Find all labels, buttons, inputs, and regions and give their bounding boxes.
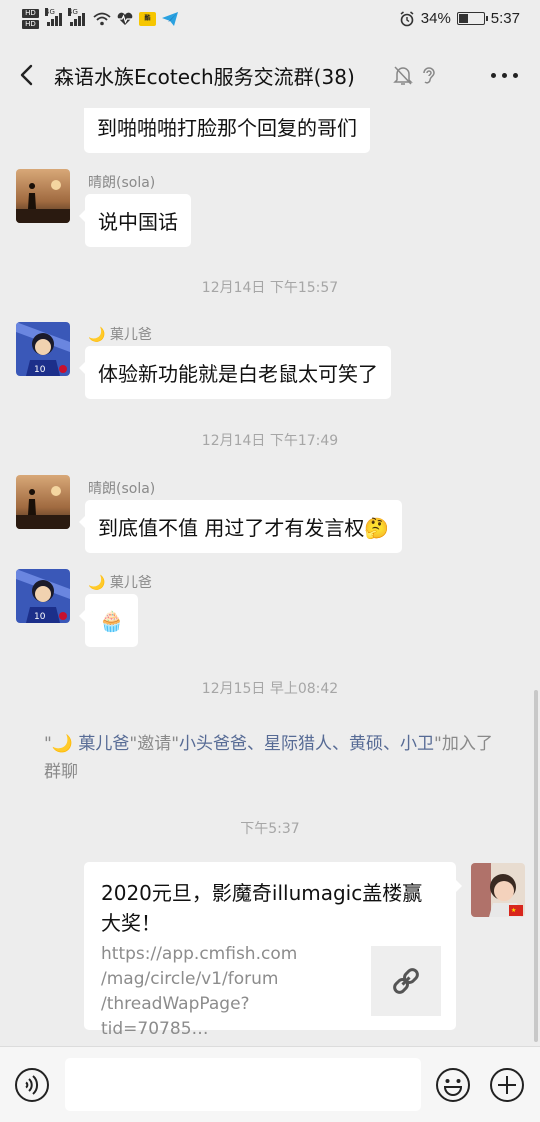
status-right: 34% 5:37 — [399, 10, 520, 27]
message-bubble[interactable]: 到底值不值 用过了才有发言权🤔 — [78, 500, 403, 553]
avatar-guoerba-image: 10 — [16, 569, 70, 623]
heart-rate-icon — [117, 12, 133, 25]
battery-level — [458, 14, 468, 23]
app-notification-icon: 酷 — [139, 12, 156, 26]
network-type-1: 4G — [45, 8, 55, 16]
scrollbar[interactable] — [534, 690, 538, 1042]
link-card[interactable]: 2020元旦，影魔奇illumagic盖楼赢大奖！ https://app.cm… — [84, 862, 462, 1039]
avatar-sola-image — [16, 169, 70, 223]
timestamp: 下午5:37 — [240, 821, 300, 837]
sender-name: 🌙 菓儿爸 — [88, 327, 152, 343]
timestamp: 12月15日 早上08:42 — [201, 681, 339, 697]
battery-percent: 34% — [420, 10, 451, 27]
hd-badge-2: HD — [22, 20, 39, 29]
battery-icon — [456, 12, 488, 25]
ear-icon — [423, 67, 435, 84]
network-type-2: 4G — [68, 8, 78, 16]
status-left: HD HD 4G 4G 酷 — [22, 8, 179, 29]
avatar[interactable] — [16, 169, 70, 223]
link-card-url: https://app.cmfish.com /mag/circle/v1/fo… — [101, 944, 298, 1039]
input-bar — [0, 1046, 540, 1122]
plus-icon[interactable] — [489, 1067, 525, 1103]
emoji-icon[interactable] — [435, 1067, 471, 1103]
svg-text:★: ★ — [511, 907, 516, 914]
back-icon[interactable] — [14, 60, 42, 90]
link-card-title: 2020元旦，影魔奇illumagic盖楼赢大奖！ — [101, 881, 423, 935]
message-bubble[interactable]: 说中国话 — [79, 194, 191, 247]
timestamp: 12月14日 下午17:49 — [201, 433, 339, 449]
avatar-guoerba-image: 10 — [16, 322, 70, 376]
paper-plane-icon — [162, 12, 178, 26]
mute-icon — [393, 66, 413, 85]
status-bar: HD HD 4G 4G 酷 34% 5:37 — [0, 0, 540, 42]
chat-messages[interactable]: 到啪啪啪打脸那个回复的哥们 晴朗(sola) 说中国话 12月14日 下午15:… — [0, 108, 540, 1046]
alarm-icon — [400, 10, 414, 26]
message-bubble[interactable]: 体验新功能就是白老鼠太可笑了 — [79, 346, 391, 399]
avatar-sola-image — [16, 475, 70, 529]
sender-name: 晴朗(sola) — [88, 175, 156, 191]
svg-text:10: 10 — [34, 612, 46, 622]
sticker-icon: 🧁 — [99, 608, 124, 633]
signal-2-icon: 4G — [68, 8, 85, 26]
signal-1-icon: 4G — [45, 8, 62, 26]
avatar[interactable]: 10 — [16, 322, 70, 376]
notice-quote-open: " — [44, 734, 52, 754]
avatar[interactable]: ★ — [471, 863, 525, 917]
message-bubble[interactable]: 到啪啪啪打脸那个回复的哥们 — [84, 108, 370, 153]
system-notice: "🌙 菓儿爸"邀请"小头爸爸、星际猎人、黄硕、小卫"加入了群聊 — [44, 730, 500, 786]
sender-name: 🌙 菓儿爸 — [88, 575, 152, 591]
wifi-icon — [93, 12, 111, 26]
sticker-bubble[interactable]: 🧁 — [79, 594, 138, 647]
chat-title: 森语水族Ecotech服务交流群(38) — [54, 65, 355, 89]
link-icon — [393, 968, 419, 994]
link-thumbnail — [371, 946, 441, 1016]
invitee-names[interactable]: 小头爸爸、星际猎人、黄硕、小卫 — [179, 734, 434, 754]
avatar-self-image: ★ — [471, 863, 525, 917]
avatar[interactable] — [16, 475, 70, 529]
sender-name: 晴朗(sola) — [88, 481, 156, 497]
hd-badge-1: HD — [22, 9, 39, 18]
message-input[interactable] — [65, 1058, 421, 1111]
svg-text:10: 10 — [34, 365, 46, 375]
hd-indicator: HD HD — [22, 9, 39, 29]
timestamp: 12月14日 下午15:57 — [201, 280, 339, 296]
clock-time: 5:37 — [490, 10, 520, 27]
avatar[interactable]: 10 — [16, 569, 70, 623]
chat-header: 森语水族Ecotech服务交流群(38) — [0, 42, 540, 108]
voice-icon[interactable] — [14, 1067, 50, 1103]
notice-invite-text: "邀请" — [129, 734, 180, 754]
inviter-name[interactable]: 🌙 菓儿爸 — [52, 734, 130, 754]
more-icon[interactable] — [491, 73, 518, 78]
